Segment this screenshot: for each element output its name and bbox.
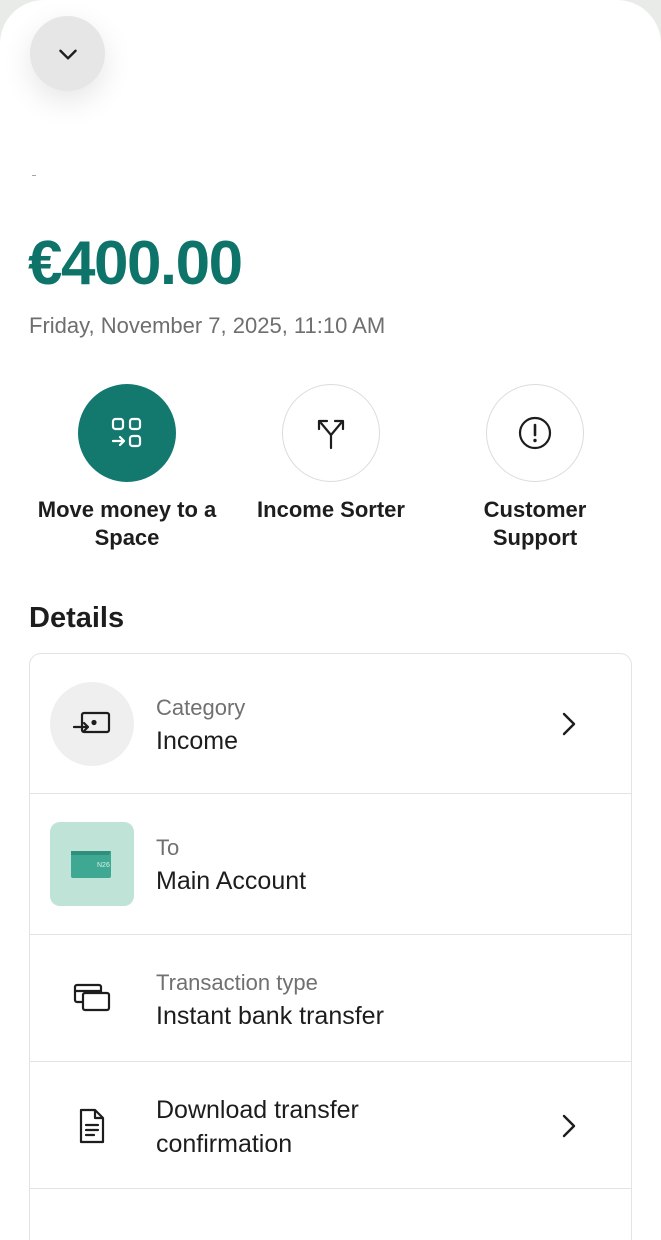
download-confirmation-value: Download transfer confirmation [156,1093,359,1161]
download-line2: confirmation [156,1130,293,1158]
chevron-right-icon [562,1114,576,1138]
transfer-cards-icon [73,983,111,1012]
to-value: Main Account [156,867,307,895]
move-to-space-button[interactable]: Move money to a Space [22,384,232,552]
category-row[interactable]: Category Income [30,654,631,794]
move-to-space-label-line2: Space [94,525,160,550]
move-to-space-label: Move money to a Space [38,496,216,552]
transaction-type-text: Transaction type Instant bank transfer [156,969,384,1033]
to-account-text: To Main Account [156,834,306,898]
customer-support-label-line2: Support [492,525,578,550]
transaction-amount: €400.00 [28,229,243,298]
customer-support-button[interactable]: Customer Support [430,384,640,552]
download-confirmation-row[interactable]: Download transfer confirmation [30,1062,631,1189]
move-to-space-label-line1: Move money to a [37,497,217,522]
customer-support-label-line1: Customer [483,497,587,522]
income-sorter-button[interactable]: Income Sorter [226,384,436,524]
move-to-space-circle[interactable] [78,384,176,482]
customer-support-label: Customer Support [484,496,587,552]
details-card: Category Income N26 To Main Account Tran… [29,653,632,1240]
transaction-type-row: Transaction type Instant bank transfer [30,935,631,1062]
download-line1: Download transfer [156,1096,359,1124]
transaction-type-icon-wrap [50,955,134,1039]
wallet-thumbnail: N26 [71,851,111,878]
category-label: Category [156,695,246,720]
chevron-right-icon [562,712,576,736]
category-value: Income [156,727,238,755]
customer-support-circle[interactable] [486,384,584,482]
split-arrows-icon [317,419,345,450]
income-sorter-label-line1: Income Sorter [257,497,405,522]
collapse-button[interactable] [30,16,105,91]
chevron-down-icon [58,49,77,60]
wallet-tile: N26 [50,822,134,906]
to-account-row: N26 To Main Account [30,794,631,935]
document-icon [79,1108,105,1144]
transaction-detail-sheet: €400.00 Friday, November 7, 2025, 11:10 … [0,0,661,1240]
transaction-datetime: Friday, November 7, 2025, 11:10 AM [29,313,386,338]
category-icon-wrap [50,682,134,766]
income-icon [72,711,111,734]
quick-actions: Move money to a Space Income Sorter Cust… [0,384,661,564]
exclamation-circle-icon [518,416,552,450]
transaction-type-value: Instant bank transfer [156,1002,384,1030]
document-icon-wrap [50,1084,134,1168]
income-sorter-label: Income Sorter [257,496,405,524]
divider-mark [32,175,36,176]
move-to-space-icon [111,417,142,448]
category-text: Category Income [156,694,245,758]
download-confirmation-text: Download transfer confirmation [156,1093,359,1161]
transaction-type-label: Transaction type [156,970,318,995]
to-label: To [156,835,180,860]
income-sorter-circle[interactable] [282,384,380,482]
details-heading: Details [29,602,125,634]
wallet-mark: N26 [97,862,110,869]
